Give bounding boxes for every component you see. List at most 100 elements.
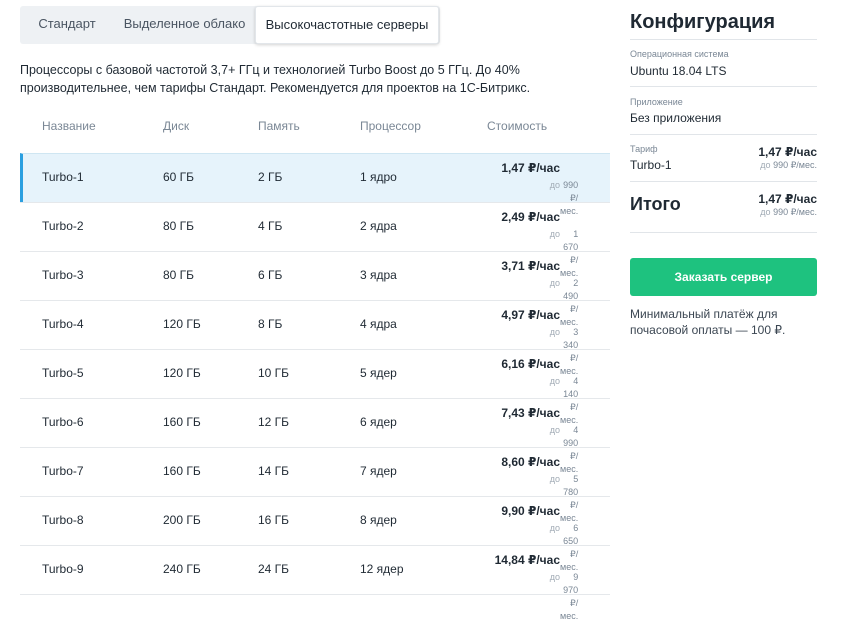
row-price: 3,71 ₽/час до 2 490 ₽/мес. — [501, 259, 578, 327]
table-row[interactable]: Turbo-9 240 ГБ 24 ГБ 12 ядер 14,84 ₽/час до 9… — [20, 545, 610, 621]
row-price: 2,49 ₽/час до 1 670 ₽/мес. — [501, 210, 578, 278]
row-hourly-price: 6,16 ₽/час — [501, 357, 560, 371]
row-cpu: 4 ядра — [360, 317, 397, 331]
tariff-monthly-value: 990 ₽/мес. — [773, 160, 817, 170]
divider — [630, 181, 817, 182]
row-memory: 8 ГБ — [258, 317, 283, 331]
row-disk: 80 ГБ — [163, 219, 195, 233]
row-name: Turbo-4 — [42, 317, 84, 331]
table-row[interactable]: Turbo-5 120 ГБ 10 ГБ 5 ядер 6,16 ₽/час до 4 1… — [20, 349, 610, 425]
total-monthly-value: 990 ₽/мес. — [773, 207, 817, 217]
table-row[interactable]: Turbo-3 80 ГБ 6 ГБ 3 ядра 3,71 ₽/час до 2 490… — [20, 251, 610, 327]
app-value[interactable]: Без приложения — [630, 111, 721, 125]
tariff-hourly-price: 1,47 ₽/час — [758, 145, 817, 159]
row-disk: 200 ГБ — [163, 513, 201, 527]
row-disk: 160 ГБ — [163, 464, 201, 478]
configuration-title: Конфигурация — [630, 11, 776, 33]
row-cpu: 5 ядер — [360, 366, 397, 380]
row-memory: 10 ГБ — [258, 366, 290, 380]
row-monthly-price: до 3 340 ₽/мес. — [501, 326, 578, 376]
row-hourly-price: 9,90 ₽/час — [501, 504, 560, 518]
row-disk: 120 ГБ — [163, 366, 201, 380]
row-price-prefix: до — [549, 425, 560, 435]
row-monthly-price: до 990 ₽/мес. — [501, 179, 578, 216]
row-price: 8,60 ₽/час до 5 780 ₽/мес. — [501, 455, 578, 523]
row-cpu: 8 ядер — [360, 513, 397, 527]
total-label: Итого — [630, 194, 681, 214]
tab-high-frequency[interactable]: Высокочастотные серверы — [255, 6, 439, 44]
row-hourly-price: 4,97 ₽/час — [501, 308, 560, 322]
row-price-prefix: до — [549, 229, 560, 239]
tariff-description: Процессоры с базовой частотой 3,7+ ГГц и… — [20, 63, 531, 95]
row-hourly-price: 8,60 ₽/час — [501, 455, 560, 469]
row-name: Turbo-9 — [42, 562, 84, 576]
table-row[interactable]: Turbo-4 120 ГБ 8 ГБ 4 ядра 4,97 ₽/час до 3 34… — [20, 300, 610, 376]
row-cpu: 7 ядер — [360, 464, 397, 478]
row-name: Turbo-5 — [42, 366, 84, 380]
tab-standard[interactable]: Стандарт — [20, 6, 114, 44]
row-hourly-price: 1,47 ₽/час — [501, 161, 560, 175]
row-monthly-price: до 5 780 ₽/мес. — [501, 473, 578, 523]
tariff-table: Turbo-1 60 ГБ 2 ГБ 1 ядро 1,47 ₽/час до 990 ₽… — [20, 153, 610, 621]
table-bottom-divider — [20, 594, 610, 595]
row-monthly-price: до 9 970 ₽/мес. — [495, 571, 578, 621]
app-label: Приложение — [630, 97, 683, 107]
row-disk: 240 ГБ — [163, 562, 201, 576]
row-monthly-value: 9 970 ₽/мес. — [560, 572, 579, 621]
row-memory: 2 ГБ — [258, 170, 283, 184]
row-monthly-price: до 6 650 ₽/мес. — [501, 522, 578, 572]
row-disk: 60 ГБ — [163, 170, 195, 184]
divider — [630, 232, 817, 233]
divider — [630, 39, 817, 40]
row-price: 7,43 ₽/час до 4 990 ₽/мес. — [501, 406, 578, 474]
table-header: Название Диск Память Процессор Стоимость — [20, 119, 610, 139]
row-price: 6,16 ₽/час до 4 140 ₽/мес. — [501, 357, 578, 425]
table-row[interactable]: Turbo-7 160 ГБ 14 ГБ 7 ядер 8,60 ₽/час до 5 7… — [20, 447, 610, 523]
header-cpu: Процессор — [360, 119, 421, 133]
row-name: Turbo-2 — [42, 219, 84, 233]
row-price-prefix: до — [549, 474, 560, 484]
minimum-payment-note: Минимальный платёж для почасовой оплаты … — [630, 307, 786, 337]
divider — [630, 134, 817, 135]
tariff-monthly-price: до 990 ₽/мес. — [758, 159, 817, 171]
row-price: 9,90 ₽/час до 6 650 ₽/мес. — [501, 504, 578, 572]
row-hourly-price: 14,84 ₽/час — [494, 553, 560, 567]
total-hourly-price: 1,47 ₽/час — [758, 192, 817, 206]
row-name: Turbo-1 — [42, 170, 84, 184]
row-monthly-price: до 4 990 ₽/мес. — [501, 424, 578, 474]
table-row[interactable]: Turbo-6 160 ГБ 12 ГБ 6 ядер 7,43 ₽/час до 4 9… — [20, 398, 610, 474]
row-price-prefix: до — [549, 376, 560, 386]
row-price-prefix: до — [549, 180, 560, 190]
header-name: Название — [42, 119, 96, 133]
row-price: 4,97 ₽/час до 3 340 ₽/мес. — [501, 308, 578, 376]
header-price: Стоимость — [487, 119, 548, 133]
tariff-label: Тариф — [630, 144, 658, 154]
row-cpu: 6 ядер — [360, 415, 397, 429]
row-cpu: 2 ядра — [360, 219, 397, 233]
row-disk: 120 ГБ — [163, 317, 201, 331]
header-disk: Диск — [163, 119, 190, 133]
row-price: 14,84 ₽/час до 9 970 ₽/мес. — [494, 553, 579, 621]
row-hourly-price: 7,43 ₽/час — [501, 406, 560, 420]
total-price-prefix: до — [760, 207, 771, 217]
row-cpu: 1 ядро — [360, 170, 397, 184]
os-value[interactable]: Ubuntu 18.04 LTS — [630, 64, 727, 78]
row-monthly-price: до 1 670 ₽/мес. — [501, 228, 578, 278]
row-monthly-price: до 4 140 ₽/мес. — [501, 375, 578, 425]
row-price-prefix: до — [549, 572, 560, 582]
row-memory: 24 ГБ — [258, 562, 290, 576]
row-disk: 80 ГБ — [163, 268, 195, 282]
table-row[interactable]: Turbo-8 200 ГБ 16 ГБ 8 ядер 9,90 ₽/час до 6 6… — [20, 496, 610, 572]
table-row[interactable]: Turbo-1 60 ГБ 2 ГБ 1 ядро 1,47 ₽/час до 990 ₽… — [20, 153, 610, 216]
total-monthly-price: до 990 ₽/мес. — [758, 206, 817, 218]
row-name: Turbo-8 — [42, 513, 84, 527]
row-monthly-price: до 2 490 ₽/мес. — [501, 277, 578, 327]
table-row[interactable]: Turbo-2 80 ГБ 4 ГБ 2 ядра 2,49 ₽/час до 1 670… — [20, 202, 610, 278]
row-price-prefix: до — [549, 523, 560, 533]
row-price-prefix: до — [549, 327, 560, 337]
row-cpu: 3 ядра — [360, 268, 397, 282]
tab-dedicated-cloud[interactable]: Выделенное облако — [114, 6, 255, 44]
header-memory: Память — [258, 119, 300, 133]
tariff-price-prefix: до — [760, 160, 771, 170]
order-server-button[interactable]: Заказать сервер — [630, 258, 817, 296]
